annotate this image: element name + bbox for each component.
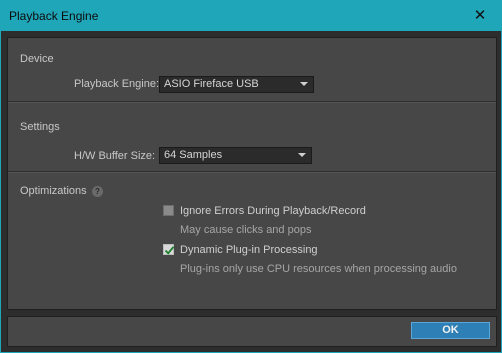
window-title: Playback Engine — [9, 9, 99, 23]
playback-engine-dropdown[interactable]: ASIO Fireface USB — [159, 76, 314, 93]
ignore-errors-checkbox[interactable] — [163, 205, 174, 216]
chevron-down-icon — [298, 153, 306, 157]
section-divider — [8, 171, 496, 173]
buffer-size-value: 64 Samples — [164, 149, 223, 161]
help-icon[interactable]: ? — [92, 186, 103, 197]
device-section-title: Device — [20, 53, 54, 65]
dialog-body: Device Playback Engine: ASIO Fireface US… — [1, 31, 501, 352]
playback-engine-label: Playback Engine: — [74, 78, 159, 90]
close-icon[interactable]: ✕ — [466, 6, 494, 26]
checkmark-icon — [164, 246, 175, 255]
ignore-errors-hint: May cause clicks and pops — [180, 224, 312, 236]
dynamic-plugin-checkbox[interactable] — [163, 244, 175, 255]
dynamic-plugin-label[interactable]: Dynamic Plug-in Processing — [180, 244, 318, 256]
optimizations-section-title: Optimizations — [20, 185, 87, 197]
chevron-down-icon — [300, 82, 308, 86]
playback-engine-dialog: Playback Engine ✕ Device Playback Engine… — [0, 0, 502, 353]
ok-button[interactable]: OK — [411, 322, 490, 339]
title-bar[interactable]: Playback Engine ✕ — [0, 0, 502, 31]
settings-section-title: Settings — [20, 121, 60, 133]
dynamic-plugin-hint: Plug-ins only use CPU resources when pro… — [180, 263, 457, 275]
dialog-footer: OK — [7, 316, 497, 347]
settings-panel: Device Playback Engine: ASIO Fireface US… — [7, 37, 497, 310]
buffer-size-label: H/W Buffer Size: — [74, 150, 156, 162]
buffer-size-dropdown[interactable]: 64 Samples — [159, 147, 312, 164]
playback-engine-value: ASIO Fireface USB — [164, 78, 259, 90]
section-divider — [8, 101, 496, 103]
ignore-errors-label[interactable]: Ignore Errors During Playback/Record — [180, 205, 366, 217]
